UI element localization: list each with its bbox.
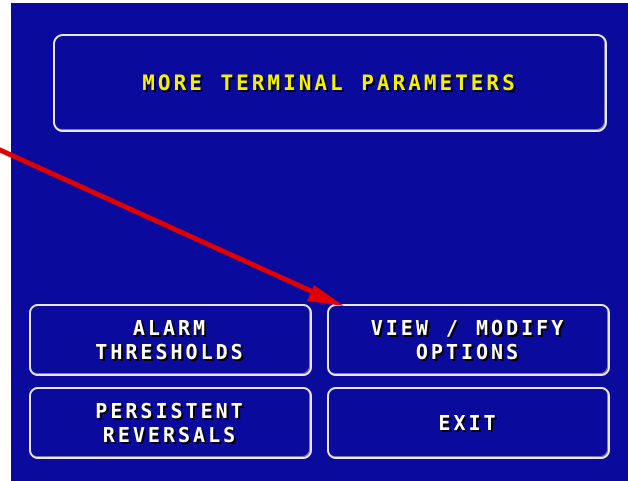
view-modify-options-button[interactable]: VIEW / MODIFY OPTIONS [327,304,610,376]
alarm-thresholds-label-line2: THRESHOLDS [95,340,246,364]
exit-button[interactable]: EXIT [327,387,610,459]
title-panel: MORE TERMINAL PARAMETERS [53,34,607,132]
exit-label: EXIT [438,411,499,435]
persistent-reversals-label-line2: REVERSALS [102,423,239,447]
screen-title: MORE TERMINAL PARAMETERS [142,71,518,95]
view-modify-options-label-line2: OPTIONS [415,340,522,364]
alarm-thresholds-label: ALARM THRESHOLDS [95,316,245,364]
view-modify-options-label: VIEW / MODIFY OPTIONS [371,316,567,364]
persistent-reversals-button[interactable]: PERSISTENT REVERSALS [29,387,312,459]
alarm-thresholds-button[interactable]: ALARM THRESHOLDS [29,304,312,376]
persistent-reversals-label: PERSISTENT REVERSALS [95,399,245,447]
alarm-thresholds-label-line1: ALARM [132,316,209,340]
persistent-reversals-label-line1: PERSISTENT [95,399,246,423]
view-modify-options-label-line1: VIEW / MODIFY [370,316,567,340]
